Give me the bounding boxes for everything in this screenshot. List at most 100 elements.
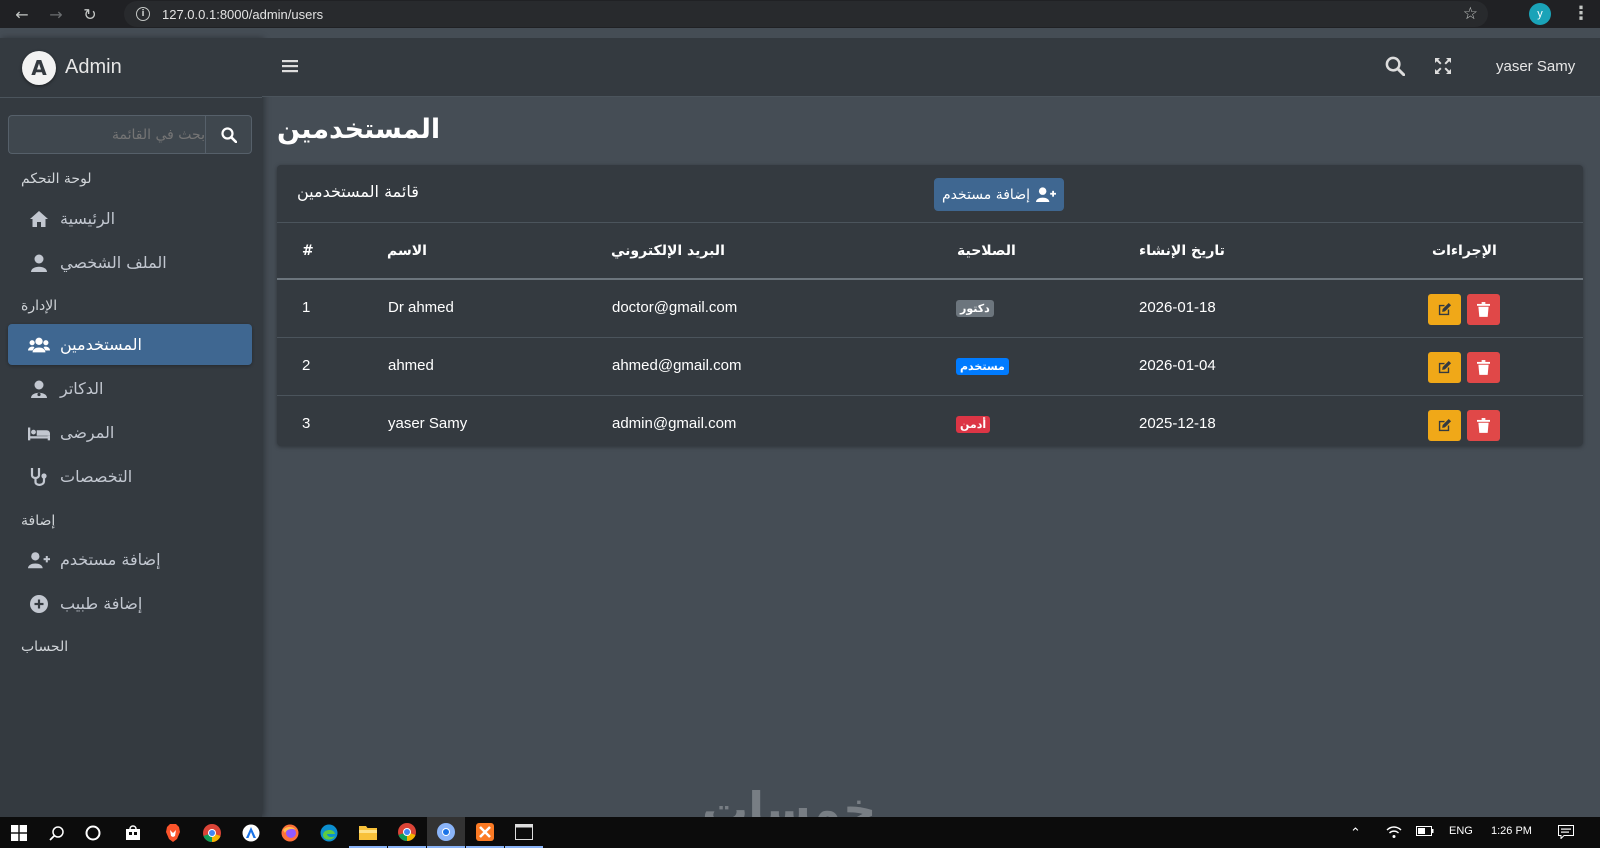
role-badge: أدمن [956,416,991,433]
forward-arrow-icon[interactable]: → [44,2,68,26]
firefox-icon[interactable] [271,817,309,848]
cell-id: 1 [302,299,311,316]
browser-toolbar: ← → ↻ i 127.0.0.1:8000/admin/users ☆ y ⋮ [0,0,1600,28]
language-indicator[interactable]: ENG [1449,825,1473,837]
edit-icon [1438,302,1452,316]
chrome-icon[interactable] [388,817,426,848]
sidebar-search-input[interactable] [8,115,205,154]
sidebar-item-label: المرضى [60,423,115,442]
edit-icon [1438,418,1452,432]
doctor-icon [28,378,50,400]
search-icon[interactable] [1385,56,1405,76]
sidebar-item-add-doctor[interactable]: إضافة طبيب [8,583,252,624]
back-arrow-icon[interactable]: ← [10,2,34,26]
cortana-icon[interactable] [74,817,112,848]
reload-icon[interactable]: ↻ [78,2,102,26]
profile-avatar[interactable]: y [1529,3,1551,25]
brand-logo: A [22,50,56,85]
users-card: قائمة المستخدمين إضافة مستخدم # الاسم ال… [277,165,1583,446]
search-icon[interactable] [38,817,76,848]
edge-icon[interactable] [310,817,348,848]
url-text[interactable]: 127.0.0.1:8000/admin/users [162,7,323,22]
sidebar-item-label: الدكاتر [60,379,104,398]
user-name[interactable]: yaser Samy [1496,58,1575,75]
table-row: 3 yaser Samy admin@gmail.com أدمن 2025-1… [277,396,1583,454]
sidebar-item-label: المستخدمين [60,335,142,354]
tray-chevron-icon[interactable]: ⌃ [1350,825,1361,841]
sidebar-item-doctors[interactable]: الدكاتر [8,368,252,409]
site-info-icon[interactable]: i [136,7,150,21]
browser-menu-icon[interactable]: ⋮ [1572,3,1590,24]
trash-icon [1477,302,1490,317]
brave-icon[interactable] [154,817,192,848]
windows-start-icon[interactable] [0,817,38,848]
role-badge: مستخدم [956,358,1009,375]
brand[interactable]: A Admin [0,38,262,98]
user-plus-icon [28,549,50,571]
bookmark-star-icon[interactable]: ☆ [1463,4,1478,24]
edit-button[interactable] [1428,352,1461,383]
app-icon[interactable] [232,817,270,848]
battery-icon[interactable] [1416,825,1434,840]
cell-name: Dr ahmed [388,299,454,316]
search-icon [220,126,237,143]
sidebar-search-button[interactable] [205,115,252,154]
xampp-icon[interactable] [466,817,504,848]
taskbar: ⌃ ENG 1:26 PM [0,817,1600,848]
sidebar-item-profile[interactable]: الملف الشخصي [8,242,252,283]
nav-header-management: الإدارة [21,298,58,314]
sidebar-item-users[interactable]: المستخدمين [8,324,252,365]
cell-created: 2026-01-18 [1139,299,1216,316]
column-header-created: تاريخ الإنشاء [1139,243,1225,259]
clock[interactable]: 1:26 PM [1491,825,1532,837]
add-user-button[interactable]: إضافة مستخدم [934,178,1064,211]
cell-created: 2026-01-04 [1139,357,1216,374]
page-title: المستخدمين [277,114,441,145]
brand-name: Admin [65,56,122,78]
chrome-icon[interactable] [193,817,231,848]
chrome-icon[interactable] [427,817,465,848]
nav-header-dashboard: لوحة التحكم [21,171,92,187]
delete-button[interactable] [1467,410,1500,441]
column-header-actions: الإجراءات [1432,243,1497,259]
edit-button[interactable] [1428,410,1461,441]
wifi-icon[interactable] [1386,825,1402,842]
store-icon[interactable] [114,817,152,848]
file-explorer-icon[interactable] [349,817,387,848]
nav-header-account: الحساب [21,639,69,655]
notification-icon[interactable] [1558,825,1574,842]
sidebar-item-add-user[interactable]: إضافة مستخدم [8,539,252,580]
home-icon [28,208,50,230]
edit-icon [1438,360,1452,374]
role-badge: دكتور [956,300,994,317]
top-navbar: yaser Samy [262,38,1600,97]
nav-header-add: إضافة [21,513,56,529]
edit-button[interactable] [1428,294,1461,325]
cell-name: yaser Samy [388,415,468,432]
trash-icon [1477,418,1490,433]
column-header-name: الاسم [387,243,427,259]
column-header-email: البريد الإلكتروني [611,243,725,259]
table-header: # الاسم البريد الإلكتروني الصلاحية تاريخ… [277,222,1583,280]
sidebar-item-patients[interactable]: المرضى [8,412,252,453]
sidebar-search [8,115,252,154]
delete-button[interactable] [1467,352,1500,383]
stethoscope-icon [28,466,50,488]
sidebar-item-home[interactable]: الرئيسية [8,198,252,239]
cell-name: ahmed [388,357,434,374]
sidebar-item-specialties[interactable]: التخصصات [8,456,252,497]
add-user-button-label: إضافة مستخدم [942,186,1030,203]
table-row: 2 ahmed ahmed@gmail.com مستخدم 2026-01-0… [277,338,1583,396]
cell-email: ahmed@gmail.com [612,357,742,374]
address-bar[interactable]: i 127.0.0.1:8000/admin/users ☆ [124,1,1488,27]
delete-button[interactable] [1467,294,1500,325]
fullscreen-icon[interactable] [1434,57,1452,75]
hamburger-menu-icon[interactable] [280,56,300,76]
terminal-icon[interactable] [505,817,543,848]
cell-id: 2 [302,357,311,374]
trash-icon [1477,360,1490,375]
sidebar: A Admin لوحة التحكم الرئيسية الملف الشخص… [0,38,262,817]
sidebar-item-label: الملف الشخصي [60,253,167,272]
sidebar-item-label: إضافة طبيب [60,594,143,613]
cell-created: 2025-12-18 [1139,415,1216,432]
